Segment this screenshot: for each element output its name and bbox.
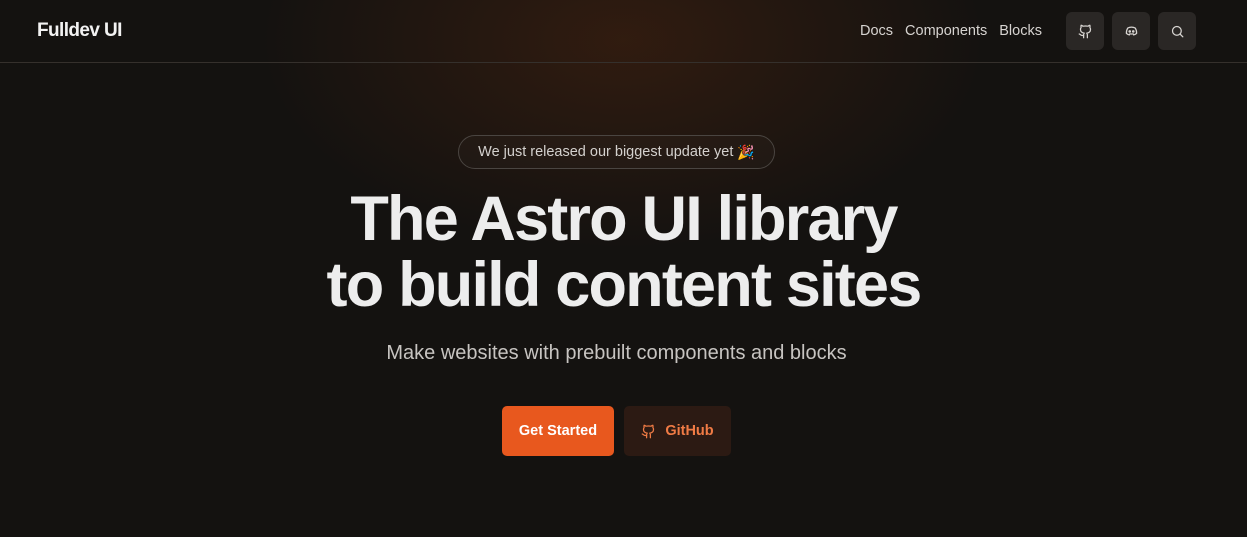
- main-nav: Docs Components Blocks: [860, 20, 1054, 42]
- search-button[interactable]: [1158, 12, 1196, 50]
- site-header: Fulldev UI Docs Components Blocks: [0, 0, 1247, 63]
- search-icon: [1171, 25, 1183, 37]
- get-started-label: Get Started: [518, 423, 598, 439]
- github-button[interactable]: [1066, 12, 1104, 50]
- page: Fulldev UI Docs Components Blocks We jus…: [0, 0, 1247, 537]
- github-icon: [1078, 24, 1091, 38]
- github-cta-label: GitHub: [665, 423, 714, 439]
- get-started-button[interactable]: Get Started: [502, 406, 614, 456]
- announcement-text: We just released our biggest update yet: [478, 144, 734, 160]
- headline-line-2: to build content sites: [326, 250, 923, 320]
- nav-blocks-link[interactable]: Blocks: [999, 20, 1042, 42]
- announcement-badge[interactable]: We just released our biggest update yet …: [458, 135, 775, 169]
- github-cta-button[interactable]: GitHub: [624, 406, 731, 456]
- discord-button[interactable]: [1112, 12, 1150, 50]
- hero-headline: The Astro UI library to build content si…: [0, 186, 1247, 318]
- hero-subtitle: Make websites with prebuilt components a…: [386, 342, 847, 364]
- site-logo[interactable]: Fulldev UI: [37, 18, 122, 44]
- nav-docs-link[interactable]: Docs: [860, 20, 893, 42]
- headline-line-1: The Astro UI library: [350, 184, 898, 254]
- discord-icon: [1125, 26, 1137, 36]
- party-popper-icon: 🎉: [737, 143, 755, 160]
- nav-components-link[interactable]: Components: [905, 20, 987, 42]
- github-icon: [641, 424, 655, 438]
